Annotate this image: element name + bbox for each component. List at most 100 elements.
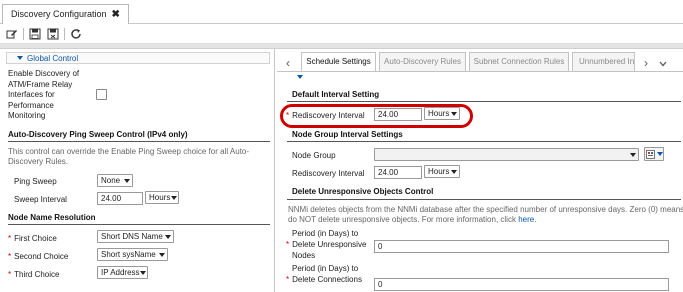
second-choice-value: Short sysName xyxy=(101,250,156,259)
delete-nodes-input[interactable]: 0 xyxy=(374,240,669,253)
save-close-icon[interactable] xyxy=(46,27,60,41)
section-divider xyxy=(287,199,681,200)
tab-title: Discovery Configuration xyxy=(11,9,107,19)
global-control-header[interactable]: Global Control xyxy=(6,52,270,64)
delete-connections-label: Period (in Days) to * Delete Connections xyxy=(286,264,362,286)
help-line: Discovery Rules. xyxy=(8,157,69,166)
node-group-rediscovery-unit-select[interactable]: Hours xyxy=(424,165,460,178)
tab-scroll-left-icon[interactable]: ‹ xyxy=(283,56,293,70)
section-divider xyxy=(287,101,681,102)
help-text: do NOT delete unresponsive objects. For … xyxy=(288,215,519,224)
toolbar-divider xyxy=(23,27,24,40)
chevron-down-icon xyxy=(170,192,178,203)
required-icon: * xyxy=(8,252,12,261)
atm-label-line: ATM/Frame Relay xyxy=(8,79,73,89)
section-divider xyxy=(8,141,270,142)
tab-auto-discovery-rules[interactable]: Auto-Discovery Rules xyxy=(379,52,466,71)
atm-discovery-checkbox[interactable] xyxy=(96,89,107,100)
required-icon: * xyxy=(8,234,12,243)
second-choice-select[interactable]: Short sysName xyxy=(97,248,168,261)
help-line: do NOT delete unresponsive objects. For … xyxy=(288,215,683,225)
tab-unnumbered-interfaces[interactable]: Unnumbered In xyxy=(572,52,635,71)
first-choice-select[interactable]: Short DNS Name xyxy=(97,230,174,243)
chevron-down-icon xyxy=(140,267,147,278)
collapse-icon[interactable] xyxy=(297,75,303,79)
chevron-down-icon xyxy=(656,152,663,156)
label-line: * Delete Connections xyxy=(286,274,362,286)
third-choice-label-text: Third Choice xyxy=(14,270,60,279)
highlight-annotation xyxy=(280,104,473,128)
atm-label-line: Interfaces for xyxy=(8,90,55,100)
first-choice-value: Short DNS Name xyxy=(101,232,163,241)
chevron-down-icon xyxy=(628,149,638,160)
delete-nodes-label: Period (in Days) to * Delete Unresponsive… xyxy=(286,229,367,261)
ping-sweep-label: Ping Sweep xyxy=(14,177,57,186)
required-icon: * xyxy=(286,239,290,249)
label-line: * Delete Unresponsive xyxy=(286,239,367,251)
collapse-icon xyxy=(17,56,23,60)
delete-connections-input[interactable]: 0 xyxy=(374,278,669,291)
left-panel: Global Control Enable Discovery of ATM/F… xyxy=(0,49,275,292)
second-choice-label-text: Second Choice xyxy=(14,252,69,261)
tab-discovery-configuration[interactable]: Discovery Configuration ✖ xyxy=(2,4,129,24)
help-link[interactable]: here xyxy=(518,215,534,224)
help-line: This control can override the Enable Pin… xyxy=(8,147,250,156)
sweep-interval-unit-value: Hours xyxy=(149,193,171,202)
lookup-icon xyxy=(645,149,655,159)
node-group-interval-title: Node Group Interval Settings xyxy=(292,130,403,139)
name-resolution-title: Node Name Resolution xyxy=(8,213,96,222)
node-group-rediscovery-input[interactable]: 24.00 xyxy=(374,166,422,179)
chevron-down-icon xyxy=(157,249,167,260)
tab-scroll-right-icon[interactable]: › xyxy=(641,56,651,70)
delete-unresponsive-help: NNMi deletes objects from the NNMi datab… xyxy=(288,205,683,225)
help-line: NNMi deletes objects from the NNMi datab… xyxy=(288,205,683,214)
save-icon[interactable] xyxy=(28,27,42,41)
label-line: Period (in Days) to xyxy=(292,264,359,273)
delete-unresponsive-title: Delete Unresponsive Objects Control xyxy=(292,187,434,196)
node-group-rediscovery-unit-value: Hours xyxy=(428,167,450,176)
second-choice-label: * Second Choice xyxy=(8,252,68,261)
first-choice-label: * First Choice xyxy=(8,234,57,243)
close-icon[interactable]: ✖ xyxy=(112,5,120,24)
node-group-lookup-button[interactable] xyxy=(644,147,664,161)
tab-list-dropdown[interactable] xyxy=(659,60,667,69)
atm-label: Enable Discovery of ATM/Frame Relay Inte… xyxy=(8,69,79,122)
sweep-interval-input[interactable]: 24.00 xyxy=(97,192,143,205)
global-control-title: Global Control xyxy=(27,53,79,63)
tab-schedule-settings[interactable]: Schedule Settings xyxy=(301,52,376,72)
node-group-select[interactable] xyxy=(374,148,639,161)
toolbar xyxy=(0,24,683,44)
label-line: Period (in Days) to xyxy=(292,229,359,238)
ping-sweep-value: None xyxy=(101,176,121,185)
chevron-down-icon xyxy=(163,231,173,242)
section-divider xyxy=(287,141,681,142)
label-text: Delete Unresponsive xyxy=(292,239,367,249)
label-text: Delete Connections xyxy=(292,274,362,284)
third-choice-value: IP Address xyxy=(101,268,140,277)
sweep-interval-unit-select[interactable]: Hours xyxy=(145,191,179,204)
label-line: Nodes xyxy=(292,250,316,260)
chevron-down-icon xyxy=(122,175,132,186)
atm-label-line: Monitoring xyxy=(8,111,46,121)
atm-label-line: Enable Discovery of xyxy=(8,69,80,78)
required-icon: * xyxy=(286,274,290,284)
right-panel: ‹ Schedule Settings Auto-Discovery Rules… xyxy=(277,49,683,292)
refresh-icon[interactable] xyxy=(69,27,83,41)
ping-sweep-select[interactable]: None xyxy=(97,174,133,187)
tab-subnet-connection-rules[interactable]: Subnet Connection Rules xyxy=(469,52,569,71)
chevron-down-icon xyxy=(449,166,459,177)
toolbar-divider xyxy=(64,27,65,40)
edit-icon[interactable] xyxy=(5,27,19,41)
ping-sweep-section-title: Auto-Discovery Ping Sweep Control (IPv4 … xyxy=(8,130,188,139)
third-choice-select[interactable]: IP Address xyxy=(97,266,148,279)
section-divider xyxy=(8,224,270,225)
node-group-rediscovery-label: Rediscovery Interval xyxy=(292,169,365,178)
required-icon: * xyxy=(8,270,12,279)
node-group-label: Node Group xyxy=(292,151,336,160)
ping-sweep-help: This control can override the Enable Pin… xyxy=(8,147,249,167)
third-choice-label: * Third Choice xyxy=(8,270,59,279)
sweep-interval-label: Sweep Interval xyxy=(14,195,67,204)
first-choice-label-text: First Choice xyxy=(14,234,57,243)
atm-label-line: Performance xyxy=(8,100,54,110)
window-tab-bar: Discovery Configuration ✖ xyxy=(0,0,683,24)
